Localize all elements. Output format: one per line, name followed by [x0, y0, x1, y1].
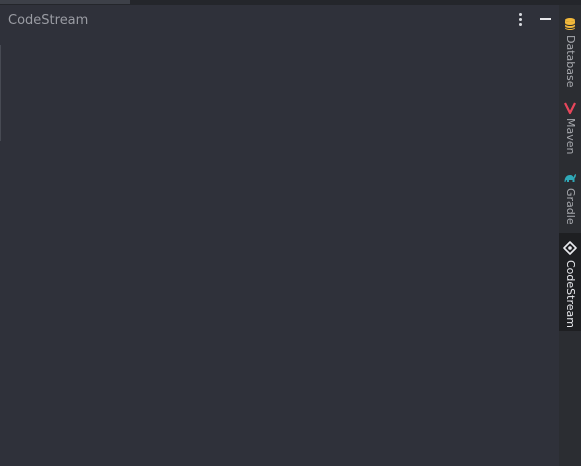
- stripe-label-maven: Maven: [564, 118, 577, 155]
- maven-icon: [564, 102, 576, 115]
- stripe-item-database[interactable]: Database: [559, 13, 581, 93]
- scroll-thumb[interactable]: [0, 0, 130, 4]
- ide-window: CodeStream Database Maven Gradle CodeStr…: [0, 0, 581, 466]
- stripe-label-gradle: Gradle: [564, 188, 577, 225]
- gradle-icon: [564, 174, 576, 182]
- stripe-label-database: Database: [564, 35, 577, 88]
- tool-window-header: CodeStream: [0, 5, 559, 35]
- stripe-item-codestream[interactable]: CodeStream: [559, 233, 581, 331]
- stripe-label-codestream: CodeStream: [564, 260, 577, 328]
- codestream-tool-window: CodeStream: [0, 5, 559, 466]
- codestream-icon: [563, 241, 577, 255]
- right-tool-stripe: Database Maven Gradle CodeStream: [559, 5, 581, 466]
- minimize-icon[interactable]: [538, 13, 552, 27]
- database-icon: [564, 18, 576, 30]
- more-vertical-icon[interactable]: [516, 13, 526, 27]
- stripe-item-maven[interactable]: Maven: [559, 98, 581, 158]
- tool-window-title: CodeStream: [8, 13, 89, 28]
- panel-divider: [0, 45, 1, 141]
- stripe-item-gradle[interactable]: Gradle: [559, 168, 581, 230]
